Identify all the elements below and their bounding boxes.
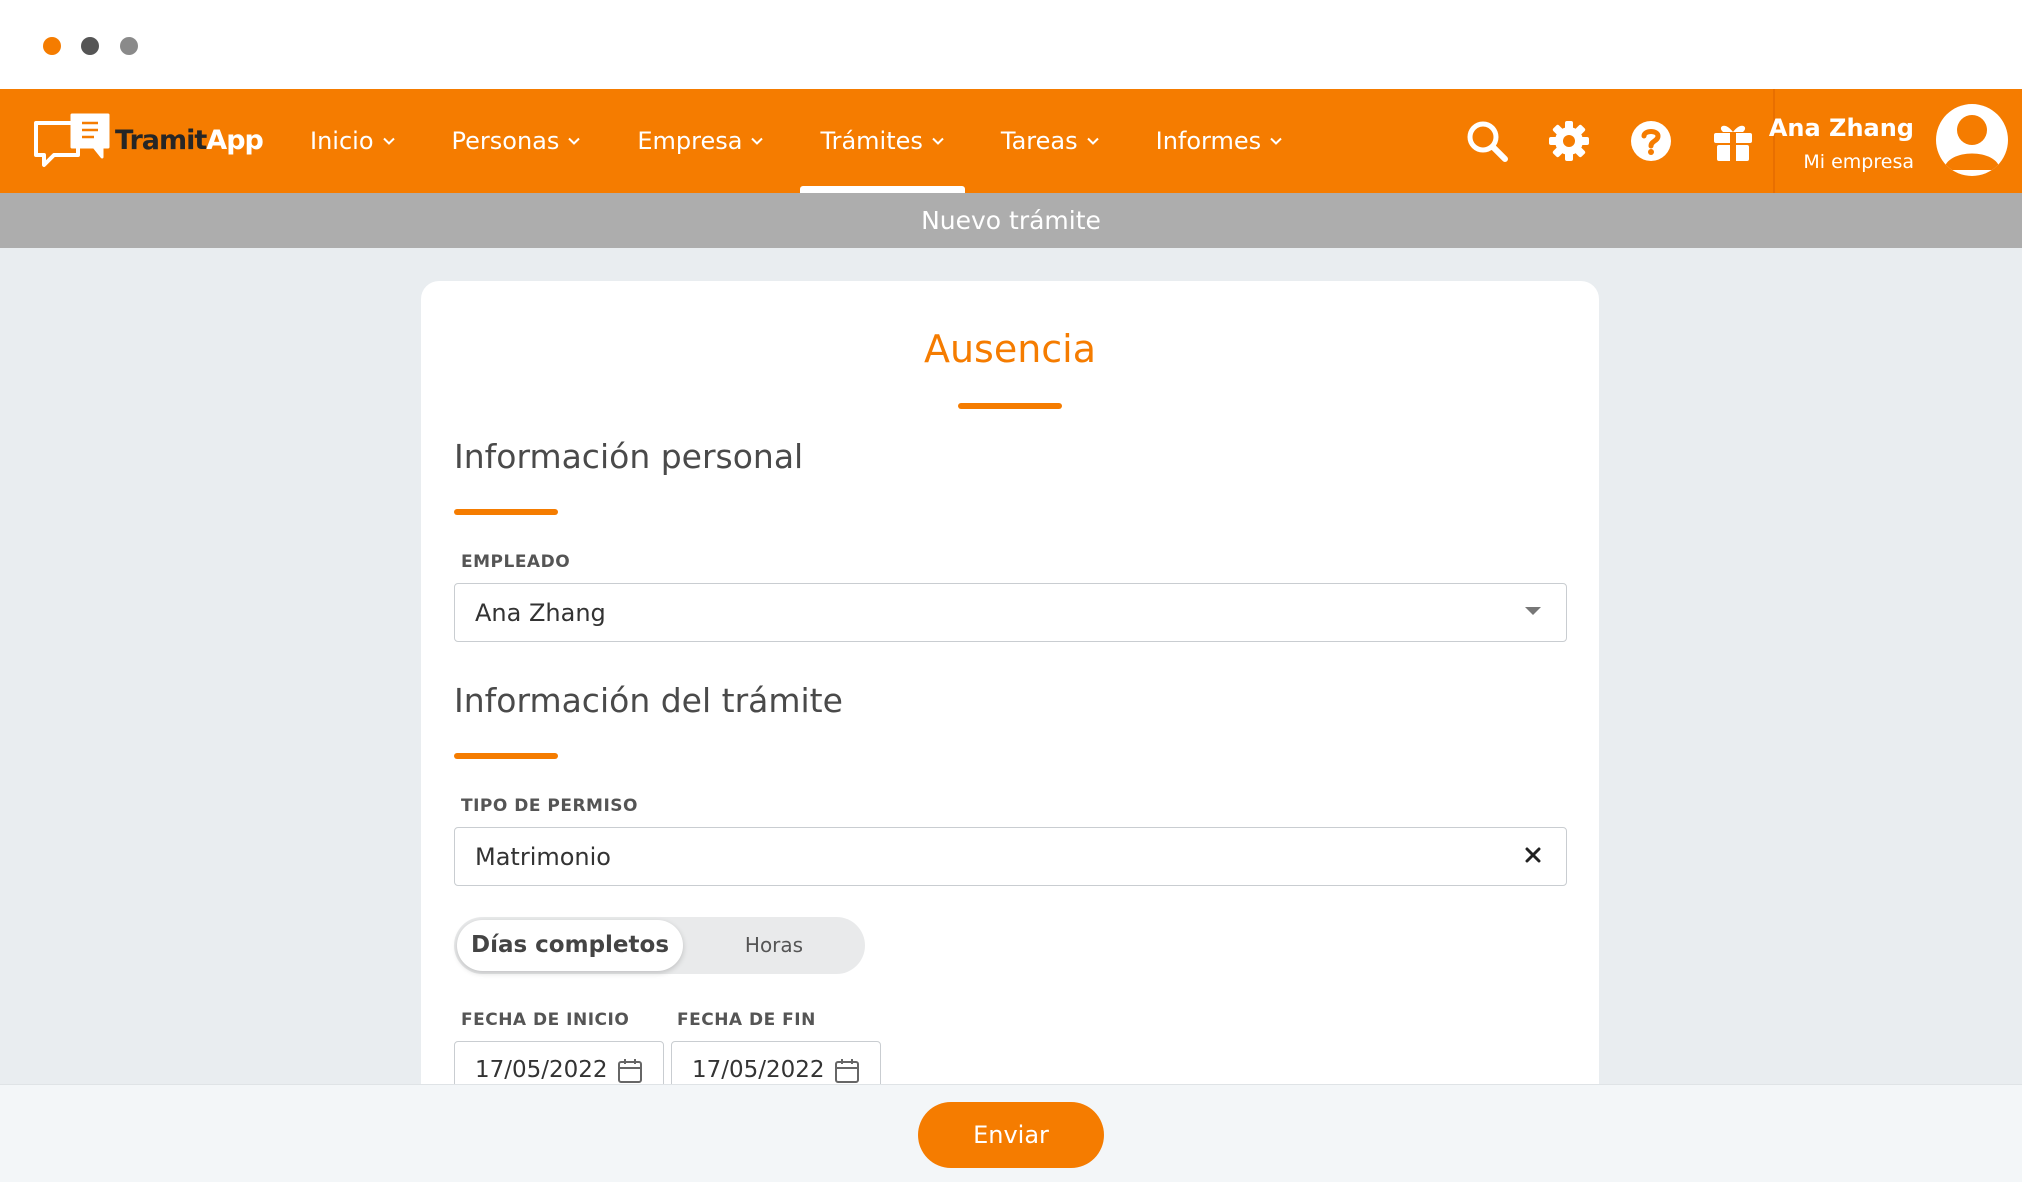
settings-button[interactable] bbox=[1542, 114, 1596, 168]
help-button[interactable] bbox=[1624, 114, 1678, 168]
section-underline bbox=[454, 509, 558, 515]
section-title-personal: Información personal bbox=[454, 437, 804, 476]
start-date-value: 17/05/2022 bbox=[475, 1057, 608, 1083]
nav-personas[interactable]: Personas bbox=[432, 89, 602, 193]
chevron-down-icon bbox=[1086, 137, 1099, 145]
gifts-button[interactable] bbox=[1706, 114, 1760, 168]
permission-label: TIPO DE PERMISO bbox=[461, 796, 638, 816]
gear-icon bbox=[1549, 121, 1589, 161]
section-title-tramite: Información del trámite bbox=[454, 681, 843, 720]
form-card: Ausencia Información personal EMPLEADO A… bbox=[421, 281, 1599, 1084]
chevron-down-icon bbox=[1270, 137, 1282, 145]
search-button[interactable] bbox=[1460, 114, 1514, 168]
page-title: Nuevo trámite bbox=[0, 193, 2022, 248]
brand-logo[interactable]: TramitApp bbox=[32, 109, 264, 173]
end-date-value: 17/05/2022 bbox=[692, 1057, 825, 1083]
brand-name: TramitApp bbox=[115, 125, 264, 156]
main-menu: Inicio Personas Empresa Trámites Tareas … bbox=[290, 89, 1319, 193]
end-date-label: FECHA DE FIN bbox=[677, 1010, 816, 1030]
chat-bubbles-logo-icon bbox=[34, 113, 110, 167]
user-menu[interactable]: Ana Zhang Mi empresa bbox=[1769, 89, 2022, 193]
nav-label: Tareas bbox=[1000, 127, 1078, 155]
window-close-dot[interactable] bbox=[43, 37, 61, 55]
chevron-down-icon bbox=[932, 137, 944, 145]
employee-label: EMPLEADO bbox=[461, 552, 571, 572]
nav-actions bbox=[1460, 89, 1788, 193]
nav-label: Empresa bbox=[637, 127, 743, 155]
submit-button[interactable]: Enviar bbox=[918, 1102, 1104, 1168]
permission-select[interactable]: Matrimonio bbox=[454, 827, 1567, 886]
nav-inicio[interactable]: Inicio bbox=[290, 89, 416, 193]
user-avatar-icon bbox=[1944, 115, 2000, 170]
help-icon bbox=[1631, 121, 1671, 161]
window-titlebar bbox=[0, 0, 2022, 89]
nav-tareas[interactable]: Tareas bbox=[981, 89, 1120, 193]
title-underline bbox=[958, 403, 1062, 409]
nav-informes[interactable]: Informes bbox=[1136, 89, 1304, 193]
caret-down-icon bbox=[1520, 598, 1546, 624]
user-company: Mi empresa bbox=[1803, 151, 1914, 173]
form-title: Ausencia bbox=[923, 327, 1097, 371]
clear-button[interactable] bbox=[1520, 842, 1546, 868]
start-date-label: FECHA DE INICIO bbox=[461, 1010, 630, 1030]
end-date-input[interactable]: 17/05/2022 bbox=[671, 1041, 881, 1084]
user-name: Ana Zhang bbox=[1768, 114, 1914, 142]
nav-empresa[interactable]: Empresa bbox=[617, 89, 784, 193]
employee-value: Ana Zhang bbox=[475, 599, 606, 627]
search-icon bbox=[1467, 121, 1508, 162]
nav-label: Inicio bbox=[310, 127, 374, 155]
gift-icon bbox=[1714, 125, 1752, 161]
nav-tramites[interactable]: Trámites bbox=[800, 89, 966, 193]
nav-label: Trámites bbox=[820, 127, 923, 155]
chevron-down-icon bbox=[382, 137, 395, 145]
employee-select[interactable]: Ana Zhang bbox=[454, 583, 1567, 642]
form-footer: Enviar bbox=[0, 1084, 2022, 1182]
main-content: Ausencia Información personal EMPLEADO A… bbox=[0, 248, 2022, 1084]
close-icon bbox=[1525, 847, 1541, 863]
chevron-down-icon bbox=[751, 137, 764, 145]
permission-value: Matrimonio bbox=[475, 843, 611, 871]
top-navbar: TramitApp Inicio Personas Empresa Trámit… bbox=[0, 89, 2022, 193]
duration-toggle: Días completos Horas bbox=[454, 917, 865, 974]
section-underline bbox=[454, 753, 558, 759]
chevron-down-icon bbox=[568, 137, 581, 145]
window-minimize-dot[interactable] bbox=[81, 37, 99, 55]
nav-label: Informes bbox=[1155, 127, 1262, 155]
start-date-input[interactable]: 17/05/2022 bbox=[454, 1041, 664, 1084]
calendar-icon bbox=[618, 1059, 642, 1083]
window-maximize-dot[interactable] bbox=[120, 37, 138, 55]
toggle-full-days[interactable]: Días completos bbox=[457, 920, 683, 971]
calendar-icon bbox=[835, 1059, 859, 1083]
toggle-hours[interactable]: Horas bbox=[686, 920, 862, 971]
nav-label: Personas bbox=[451, 127, 560, 155]
avatar[interactable] bbox=[1936, 104, 2008, 176]
